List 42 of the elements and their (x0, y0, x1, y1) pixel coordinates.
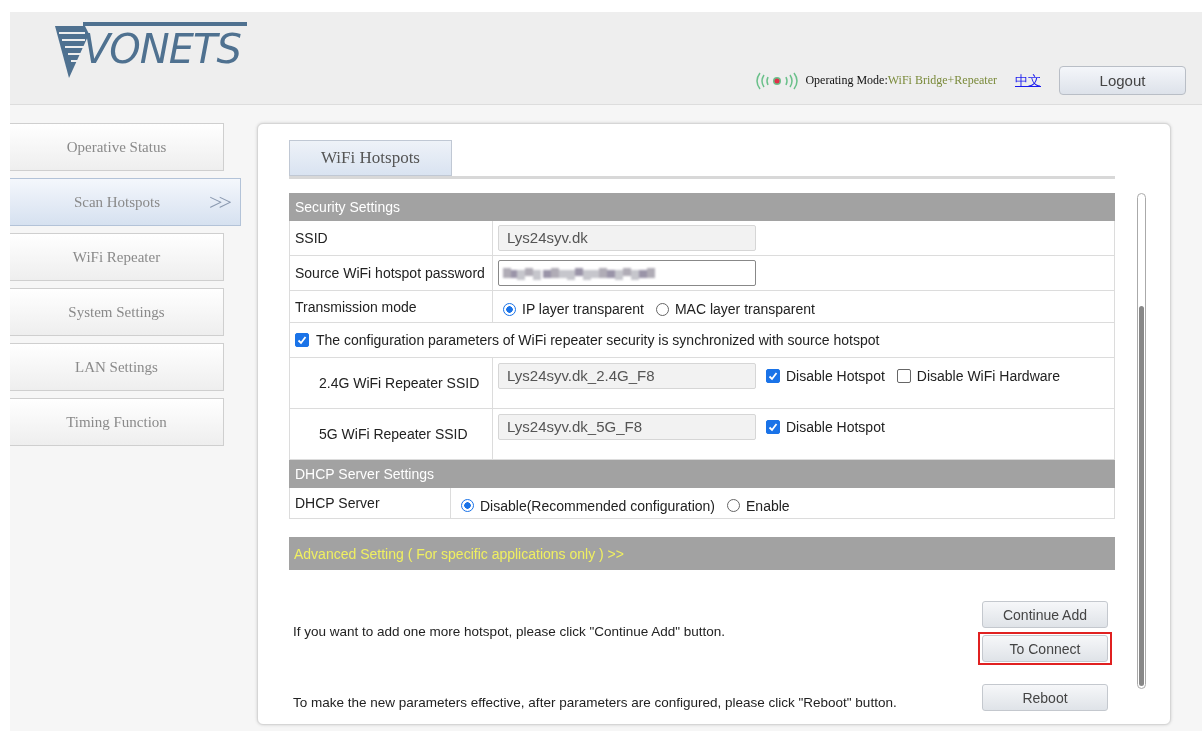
action-button[interactable]: Reboot (982, 684, 1108, 711)
radio-button[interactable] (461, 499, 474, 513)
radio-label: IP layer transparent (522, 301, 644, 318)
ssid-field[interactable]: Lys24syv.dk (498, 225, 756, 251)
field-label: 5G WiFi Repeater SSID (318, 426, 468, 442)
language-link[interactable]: 中文 (1015, 71, 1041, 90)
instruction-text: If you want to add one more hotspot, please click "Continue Add" button. (292, 624, 726, 639)
scroll-thumb[interactable] (1139, 306, 1144, 686)
checkbox-label: Disable Hotspot (786, 419, 885, 435)
operating-mode-label: Operating Mode: (805, 73, 888, 88)
field-label: Source WiFi hotspot password (295, 265, 485, 281)
tab[interactable]: WiFi Hotspots (289, 140, 452, 176)
field-label: DHCP Server (295, 495, 380, 511)
section-header: Security Settings (289, 193, 1115, 221)
check-icon (296, 334, 308, 346)
checkbox[interactable] (295, 333, 309, 347)
ssid-field[interactable]: Lys24syv.dk_2.4G_F8 (498, 363, 756, 389)
checkbox-label: Disable Hotspot (786, 368, 885, 384)
logo: VONETS (83, 22, 247, 72)
ssid-field[interactable]: Lys24syv.dk_5G_F8 (498, 414, 756, 440)
check-icon (767, 370, 779, 382)
checkbox[interactable] (896, 369, 911, 383)
operating-mode-value: WiFi Bridge+Repeater (887, 73, 997, 88)
instruction-text: To make the new parameters effective, after parameters are configured, please click "Reboot" button. (292, 695, 897, 712)
radio-label: Disable(Recommended configuration) (480, 497, 715, 514)
password-field[interactable] (498, 260, 756, 286)
logout-button[interactable]: Logout (1059, 66, 1186, 95)
action-button[interactable]: To Connect (982, 635, 1108, 662)
masked-text-icon (503, 266, 655, 280)
checkbox-label: The configuration parameters of WiFi repeater security is synchronized with source hotspot (316, 332, 880, 348)
section-header: DHCP Server Settings (289, 460, 1115, 488)
checkbox[interactable] (766, 420, 780, 434)
checkbox[interactable] (766, 369, 780, 383)
checkbox-label: Disable WiFi Hardware (916, 368, 1060, 384)
field-label: 2.4G WiFi Repeater SSID (318, 375, 480, 391)
radio-label: MAC layer transparent (674, 301, 815, 318)
field-label: SSID (295, 230, 328, 246)
check-icon (767, 421, 779, 433)
radio-button[interactable] (503, 302, 516, 316)
action-button[interactable]: Continue Add (982, 601, 1108, 628)
field-label: Transmission mode (295, 298, 417, 315)
radio-label: Enable (746, 497, 790, 514)
